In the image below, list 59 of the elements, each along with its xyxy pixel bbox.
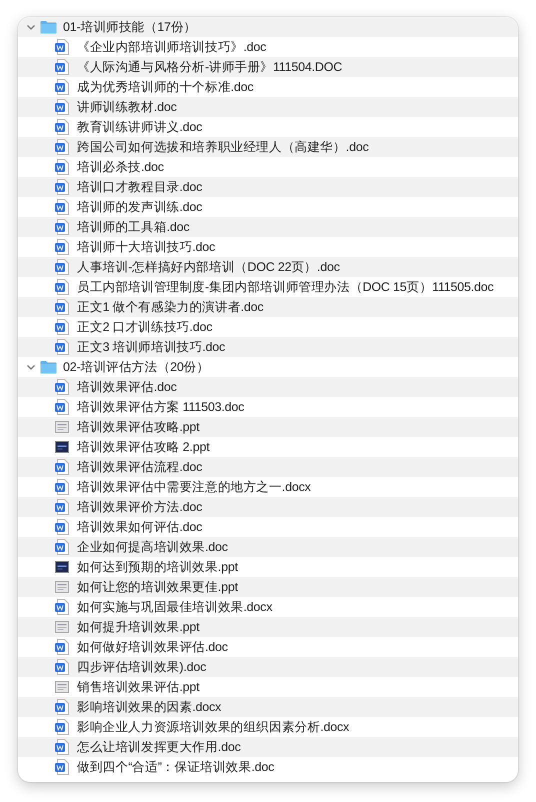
word-document-icon (55, 719, 69, 735)
word-document-icon (55, 279, 69, 295)
disclosure-chevron-icon[interactable] (26, 362, 36, 372)
disclosure-chevron-icon[interactable] (26, 22, 36, 32)
word-document-icon (55, 379, 69, 395)
word-document-icon (55, 59, 69, 75)
file-name[interactable]: 员工内部培训管理制度-集团内部培训师管理办法（DOC 15页）111505.doc (77, 278, 494, 296)
word-document-icon (55, 319, 69, 335)
file-name[interactable]: 培训师的发声训练.doc (77, 198, 202, 216)
file-name[interactable]: 培训效果如何评估.doc (77, 518, 202, 536)
word-document-icon (55, 39, 69, 55)
word-document-icon (55, 179, 69, 195)
word-document-icon (55, 639, 69, 655)
file-name[interactable]: 做到四个“合适”：保证培训效果.doc (77, 758, 274, 776)
word-document-icon (55, 299, 69, 315)
word-document-icon (55, 139, 69, 155)
file-name[interactable]: 培训师的工具箱.doc (77, 218, 190, 236)
file-name[interactable]: 销售培训效果评估.ppt (77, 678, 200, 696)
word-document-icon (55, 99, 69, 115)
word-document-icon (55, 219, 69, 235)
file-name[interactable]: 培训师十大培训技巧.doc (77, 238, 216, 256)
word-document-icon (55, 79, 69, 95)
word-document-icon (55, 259, 69, 275)
word-document-icon (55, 459, 69, 475)
slide-thumbnail-icon (55, 439, 69, 455)
file-name[interactable]: 正文2 口才训练技巧.doc (77, 318, 212, 336)
word-document-icon (55, 399, 69, 415)
file-name[interactable]: 如何做好培训效果评估.doc (77, 638, 228, 656)
file-name[interactable]: 讲师训练教材.doc (77, 98, 177, 116)
file-name[interactable]: 《企业内部培训师培训技巧》.doc (77, 38, 266, 56)
file-name[interactable]: 培训效果评估.doc (77, 378, 177, 396)
file-name[interactable]: 如何实施与巩固最佳培训效果.docx (77, 598, 272, 616)
file-name[interactable]: 培训效果评估中需要注意的地方之一.docx (77, 478, 311, 496)
word-document-icon (55, 119, 69, 135)
word-document-icon (55, 759, 69, 775)
word-document-icon (55, 199, 69, 215)
slide-thumbnail-icon (55, 559, 69, 575)
word-document-icon (55, 479, 69, 495)
word-document-icon (55, 239, 69, 255)
file-name[interactable]: 影响企业人力资源培训效果的组织因素分析.docx (77, 718, 350, 736)
word-document-icon (55, 599, 69, 615)
slide-thumbnail-icon (55, 679, 69, 695)
folder-icon (40, 20, 57, 34)
word-document-icon (55, 159, 69, 175)
word-document-icon (55, 499, 69, 515)
folder-name[interactable]: 02-培训评估方法（20份） (63, 358, 210, 376)
word-document-icon (55, 699, 69, 715)
file-name[interactable]: 培训必杀技.doc (77, 158, 164, 176)
word-document-icon (55, 519, 69, 535)
file-name[interactable]: 如何达到预期的培训效果.ppt (77, 558, 238, 576)
file-name[interactable]: 培训效果评估攻略 2.ppt (77, 438, 210, 456)
file-name[interactable]: 教育训练讲师讲义.doc (77, 118, 202, 136)
file-name[interactable]: 培训效果评估方案 111503.doc (77, 398, 244, 416)
folder-icon (40, 360, 57, 374)
word-document-icon (55, 539, 69, 555)
word-document-icon (55, 339, 69, 355)
word-document-icon (55, 739, 69, 755)
word-document-icon (55, 659, 69, 675)
file-name[interactable]: 成为优秀培训师的十个标准.doc (77, 78, 254, 96)
